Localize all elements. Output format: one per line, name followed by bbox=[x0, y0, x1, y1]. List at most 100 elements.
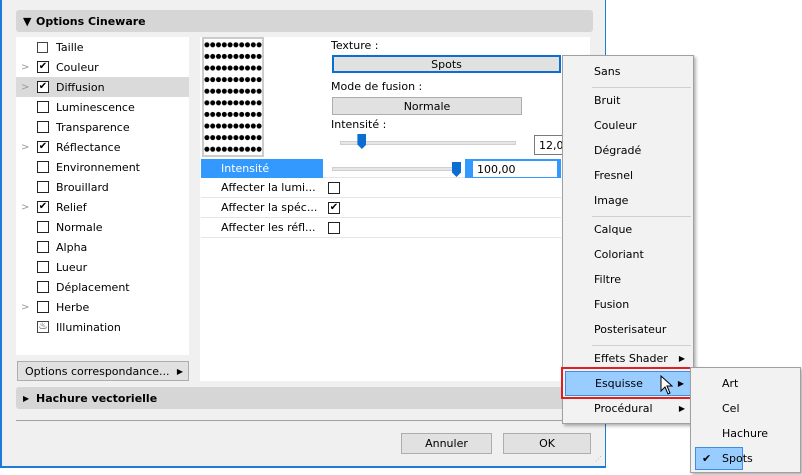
channel-item[interactable]: Transparence bbox=[16, 117, 189, 137]
channel-item[interactable]: Déplacement bbox=[16, 277, 189, 297]
channel-label: Luminescence bbox=[56, 100, 135, 114]
channel-checkbox[interactable]: ✔ bbox=[37, 61, 49, 73]
intensity-slider[interactable] bbox=[340, 141, 516, 145]
size-icon bbox=[37, 41, 48, 53]
menu-item[interactable]: Fusion bbox=[565, 292, 691, 317]
channel-item[interactable]: ♨ Illumination bbox=[16, 317, 189, 337]
channel-item[interactable]: > ✔ Diffusion bbox=[16, 77, 189, 97]
channel-item[interactable]: Alpha bbox=[16, 237, 189, 257]
channel-item[interactable]: Environnement bbox=[16, 157, 189, 177]
chevron-right-icon[interactable]: > bbox=[21, 202, 29, 213]
prop-row: Affecter la lumi... bbox=[201, 178, 561, 198]
menu-item[interactable]: Calque bbox=[565, 217, 691, 242]
menu-item-label: Fresnel bbox=[594, 169, 634, 182]
channel-checkbox[interactable] bbox=[37, 161, 49, 173]
menu-item[interactable]: Filtre bbox=[565, 267, 691, 292]
submenu-item[interactable]: ✔ Spots bbox=[693, 446, 798, 471]
intensity-label: Intensité : bbox=[331, 118, 387, 131]
channel-checkbox[interactable]: ✔ bbox=[37, 141, 49, 153]
menu-item-label: Posterisateur bbox=[594, 323, 667, 336]
channel-label: Normale bbox=[56, 220, 103, 234]
channel-checkbox[interactable] bbox=[37, 301, 49, 313]
match-options-button[interactable]: Options correspondance... ▶ bbox=[17, 361, 189, 381]
submenu-item[interactable]: Cel bbox=[693, 396, 798, 421]
resize-grip-icon[interactable]: ⋰ bbox=[595, 455, 602, 463]
prop-intensity-slider-thumb[interactable] bbox=[452, 162, 461, 177]
channel-item[interactable]: > ✔ Relief bbox=[16, 197, 189, 217]
channel-checkbox[interactable]: ✔ bbox=[37, 201, 49, 213]
submenu-item[interactable]: Art bbox=[693, 371, 798, 396]
blend-mode-label: Mode de fusion : bbox=[331, 80, 423, 93]
prop-row-intensity[interactable]: Intensité 100,00 bbox=[201, 159, 561, 178]
menu-item[interactable]: Couleur bbox=[565, 113, 691, 138]
prop-label: Affecter la lumi... bbox=[221, 181, 316, 194]
channel-item[interactable]: Normale bbox=[16, 217, 189, 237]
menu-item[interactable]: Image bbox=[565, 188, 691, 213]
channel-label: Réflectance bbox=[56, 140, 121, 154]
channel-checkbox[interactable] bbox=[37, 121, 49, 133]
channel-list: Taille > ✔ Couleur > ✔ Diffusion Luminescence Tr… bbox=[16, 37, 189, 355]
channel-checkbox[interactable] bbox=[37, 221, 49, 233]
chevron-right-icon[interactable]: > bbox=[21, 82, 29, 93]
menu-item-label: Calque bbox=[594, 223, 633, 236]
chevron-right-icon[interactable]: > bbox=[21, 142, 29, 153]
ok-button[interactable]: OK bbox=[503, 433, 591, 454]
prop-label: Affecter les réfl... bbox=[221, 221, 316, 234]
match-options-label: Options correspondance... bbox=[25, 364, 170, 378]
intensity-slider-thumb[interactable] bbox=[357, 134, 367, 149]
channel-label: Diffusion bbox=[56, 80, 105, 94]
channel-checkbox[interactable] bbox=[37, 101, 49, 113]
channel-item[interactable]: > ✔ Réflectance bbox=[16, 137, 189, 157]
texture-preview bbox=[202, 37, 264, 157]
menu-item-label: Sans bbox=[594, 65, 621, 78]
menu-item[interactable]: Procédural ▶ bbox=[565, 396, 691, 421]
channel-item[interactable]: > Herbe bbox=[16, 297, 189, 317]
channel-checkbox[interactable] bbox=[37, 241, 49, 253]
menu-item-label: Effets Shader bbox=[594, 352, 668, 365]
texture-value: Spots bbox=[431, 57, 462, 71]
properties-panel: Texture : Spots Mode de fusion : Normale… bbox=[200, 37, 590, 381]
menu-item[interactable]: Fresnel bbox=[565, 163, 691, 188]
menu-item[interactable]: Posterisateur bbox=[565, 317, 691, 342]
section-cineware-header[interactable]: ▼ Options Cineware bbox=[16, 10, 593, 32]
channel-label: Taille bbox=[56, 40, 84, 54]
prop-checkbox[interactable] bbox=[328, 221, 340, 234]
menu-item[interactable]: Coloriant bbox=[565, 242, 691, 267]
submenu-item[interactable]: Hachure bbox=[693, 421, 798, 446]
cancel-button[interactable]: Annuler bbox=[401, 433, 492, 454]
menu-item[interactable]: Sans bbox=[565, 59, 691, 84]
prop-checkbox[interactable]: ✔ bbox=[328, 201, 340, 214]
prop-row: Affecter la spéc... ✔ bbox=[201, 198, 561, 218]
triangle-right-icon: ▶ bbox=[176, 366, 183, 376]
menu-item-label: Bruit bbox=[594, 94, 621, 107]
texture-dropdown[interactable]: Spots bbox=[332, 55, 561, 73]
channel-checkbox[interactable] bbox=[37, 281, 49, 293]
channel-item[interactable]: > ✔ Couleur bbox=[16, 57, 189, 77]
channel-item[interactable]: Luminescence bbox=[16, 97, 189, 117]
submenu-item-label: Cel bbox=[722, 402, 740, 415]
section-title: Hachure vectorielle bbox=[36, 391, 158, 405]
channel-checkbox[interactable] bbox=[37, 261, 49, 273]
blend-mode-dropdown[interactable]: Normale bbox=[332, 97, 522, 115]
menu-item[interactable]: Bruit bbox=[565, 88, 691, 113]
prop-intensity-slider[interactable] bbox=[332, 167, 460, 171]
menu-item[interactable]: Dégradé bbox=[565, 138, 691, 163]
channel-label: Alpha bbox=[56, 240, 88, 254]
section-hatch-header[interactable]: ▶ Hachure vectorielle bbox=[16, 387, 593, 409]
chevron-right-icon[interactable]: > bbox=[21, 302, 29, 313]
prop-intensity-input[interactable]: 100,00 bbox=[473, 161, 557, 177]
channel-item[interactable]: Taille bbox=[16, 37, 189, 57]
menu-item-label: Dégradé bbox=[594, 144, 642, 157]
channel-item[interactable]: Lueur bbox=[16, 257, 189, 277]
channel-item[interactable]: Brouillard bbox=[16, 177, 189, 197]
channel-checkbox[interactable]: ✔ bbox=[37, 81, 49, 93]
cineware-dialog: ▼ Options Cineware Taille > ✔ Couleur > ✔ Diff… bbox=[0, 0, 606, 468]
prop-intensity-value: 100,00 bbox=[477, 162, 516, 176]
cancel-label: Annuler bbox=[425, 437, 468, 450]
triangle-right-icon: ▶ bbox=[23, 393, 30, 403]
submenu-item-label: Art bbox=[722, 377, 739, 390]
prop-checkbox[interactable] bbox=[328, 181, 340, 194]
chevron-right-icon[interactable]: > bbox=[21, 62, 29, 73]
channel-checkbox[interactable] bbox=[37, 181, 49, 193]
submenu-arrow-icon: ▶ bbox=[678, 404, 685, 413]
